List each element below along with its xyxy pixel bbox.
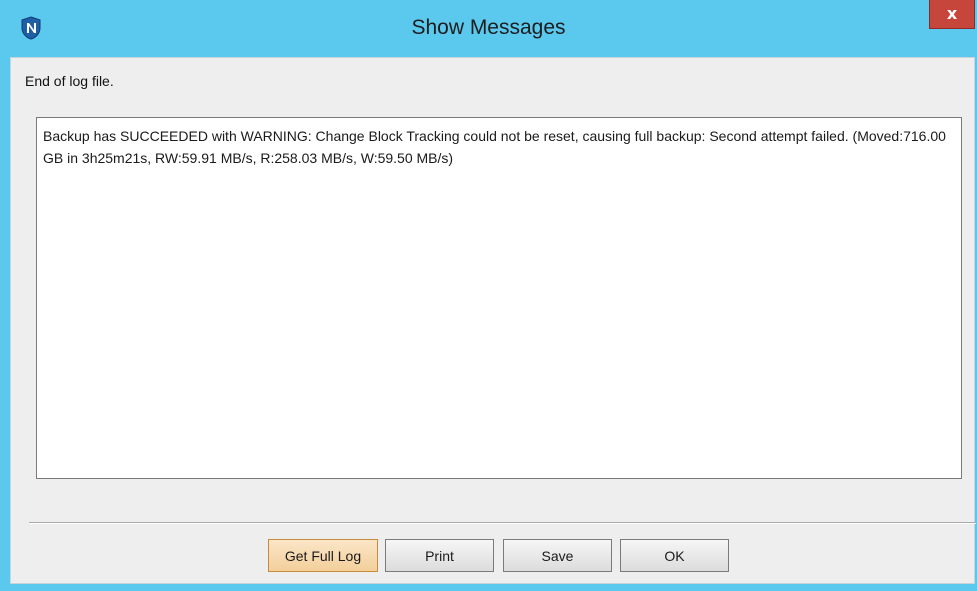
close-button[interactable]: x [929,0,975,29]
separator [29,522,976,524]
status-text: End of log file. [25,73,114,89]
window-title: Show Messages [411,16,566,39]
ok-button[interactable]: OK [620,539,729,572]
title-bar[interactable]: Show Messages x [0,0,977,57]
print-button[interactable]: Print [385,539,494,572]
save-button[interactable]: Save [503,539,612,572]
get-full-log-button[interactable]: Get Full Log [268,539,378,572]
dialog-body: End of log file. Backup has SUCCEEDED wi… [10,57,976,584]
log-message-text: Backup has SUCCEEDED with WARNING: Chang… [43,128,946,166]
show-messages-window: Show Messages x End of log file. Backup … [0,0,977,591]
log-message-textarea[interactable]: Backup has SUCCEEDED with WARNING: Chang… [36,117,962,479]
close-icon: x [946,4,958,23]
